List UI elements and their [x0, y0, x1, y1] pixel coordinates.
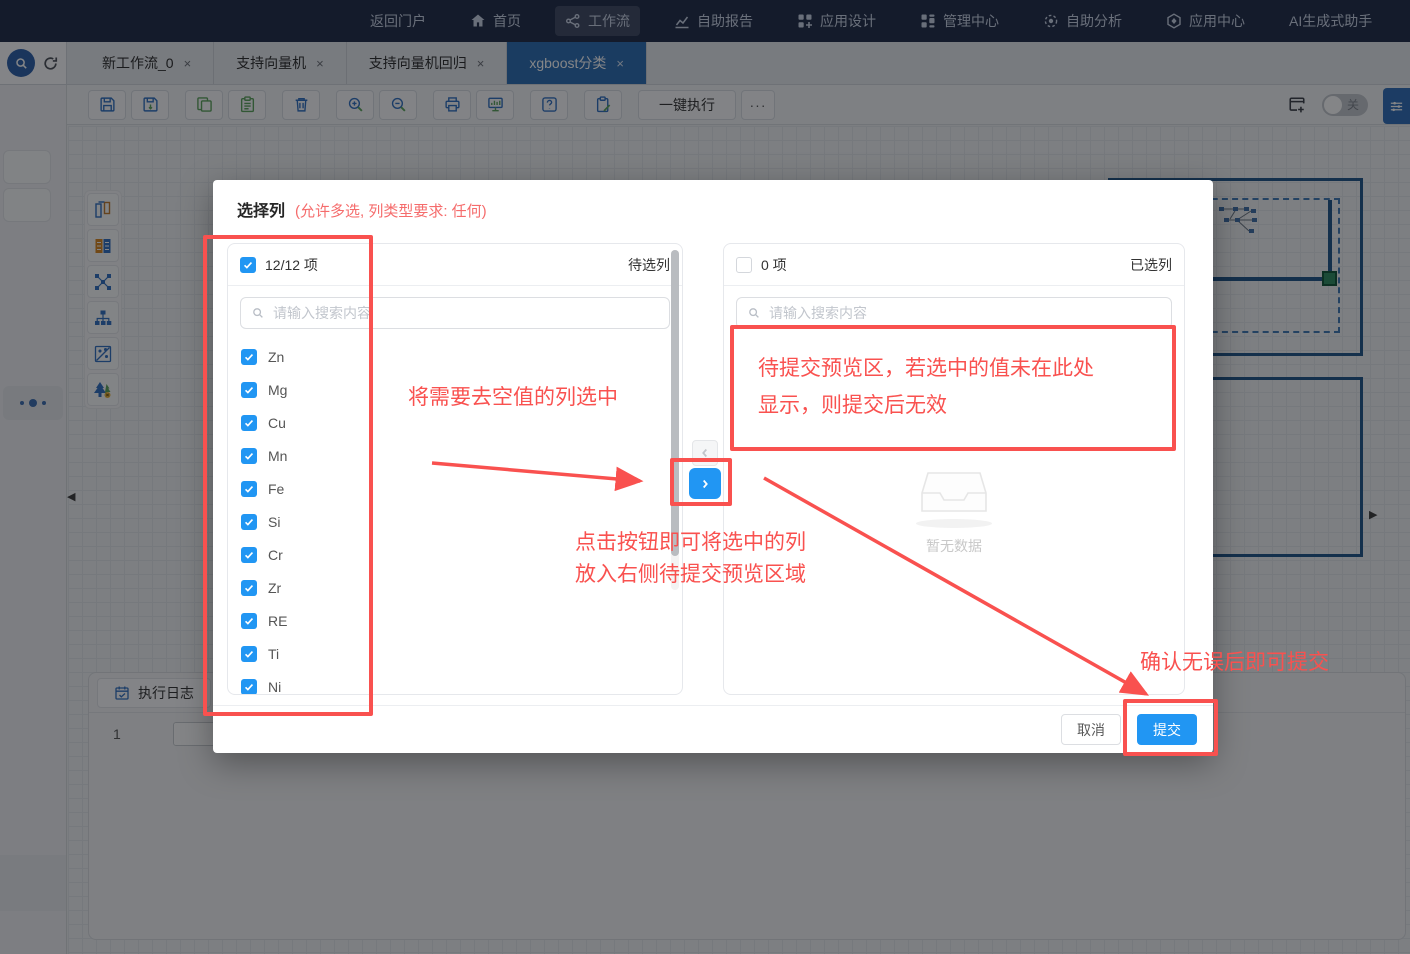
column-checkbox[interactable] — [241, 613, 257, 629]
selected-count: 0 项 — [761, 255, 787, 275]
column-option-Mg[interactable]: Mg — [228, 373, 682, 406]
chevron-right-icon — [698, 477, 712, 491]
source-panel-title: 待选列 — [628, 255, 670, 275]
selected-panel-header: 0 项 已选列 — [724, 244, 1184, 286]
move-right-button[interactable] — [689, 468, 721, 499]
source-count: 12/12 项 — [265, 255, 318, 275]
scrollbar-track — [671, 250, 679, 590]
column-option-RE[interactable]: RE — [228, 604, 682, 637]
search-icon — [251, 306, 265, 320]
scrollbar-thumb[interactable] — [671, 250, 679, 556]
column-checkbox[interactable] — [241, 547, 257, 563]
column-option-Zr[interactable]: Zr — [228, 571, 682, 604]
inbox-icon — [918, 468, 990, 518]
empty-state-text: 暂无数据 — [724, 536, 1184, 556]
app-page: 返回门户首页工作流自助报告应用设计管理中心自助分析应用中心AI生成式助手 新工作… — [0, 0, 1410, 954]
select-columns-dialog: 选择列 (允许多选, 列类型要求: 任何) 12/12 项 待选列 ZnMgCu… — [213, 180, 1213, 753]
column-checkbox[interactable] — [241, 349, 257, 365]
source-search-box — [240, 297, 670, 329]
column-option-Si[interactable]: Si — [228, 505, 682, 538]
select-all-checkbox-right[interactable] — [736, 257, 752, 273]
dialog-subtitle: (允许多选, 列类型要求: 任何) — [295, 200, 487, 221]
source-columns-panel: 12/12 项 待选列 ZnMgCuMnFeSiCrZrRETiNi — [227, 243, 683, 695]
chevron-left-icon — [698, 446, 712, 460]
column-checkbox[interactable] — [241, 415, 257, 431]
empty-state: 暂无数据 — [724, 468, 1184, 556]
cancel-button[interactable]: 取消 — [1061, 714, 1121, 745]
selected-search-input[interactable] — [769, 305, 1161, 321]
move-left-button[interactable] — [692, 440, 718, 466]
search-icon — [747, 306, 761, 320]
column-option-Mn[interactable]: Mn — [228, 439, 682, 472]
column-checkbox[interactable] — [241, 481, 257, 497]
column-checkbox[interactable] — [241, 679, 257, 695]
dialog-header: 选择列 (允许多选, 列类型要求: 任何) — [213, 180, 1213, 221]
inbox-shadow — [916, 519, 992, 528]
dialog-footer: 取消 提交 — [213, 705, 1213, 753]
select-all-checkbox[interactable] — [240, 257, 256, 273]
column-checkbox[interactable] — [241, 382, 257, 398]
source-column-list: ZnMgCuMnFeSiCrZrRETiNi — [228, 340, 682, 694]
column-option-Cr[interactable]: Cr — [228, 538, 682, 571]
column-option-Zn[interactable]: Zn — [228, 340, 682, 373]
source-panel-header: 12/12 项 待选列 — [228, 244, 682, 286]
column-checkbox[interactable] — [241, 514, 257, 530]
selected-search-box — [736, 297, 1172, 329]
column-checkbox[interactable] — [241, 448, 257, 464]
column-checkbox[interactable] — [241, 646, 257, 662]
submit-button[interactable]: 提交 — [1137, 714, 1197, 745]
column-checkbox[interactable] — [241, 580, 257, 596]
column-option-Ti[interactable]: Ti — [228, 637, 682, 670]
dialog-title: 选择列 — [237, 197, 285, 221]
source-search-input[interactable] — [273, 305, 659, 321]
selected-panel-title: 已选列 — [1130, 255, 1172, 275]
column-option-Fe[interactable]: Fe — [228, 472, 682, 505]
selected-columns-panel: 0 项 已选列 暂无数据 — [723, 243, 1185, 695]
column-option-Ni[interactable]: Ni — [228, 670, 682, 694]
column-option-Cu[interactable]: Cu — [228, 406, 682, 439]
